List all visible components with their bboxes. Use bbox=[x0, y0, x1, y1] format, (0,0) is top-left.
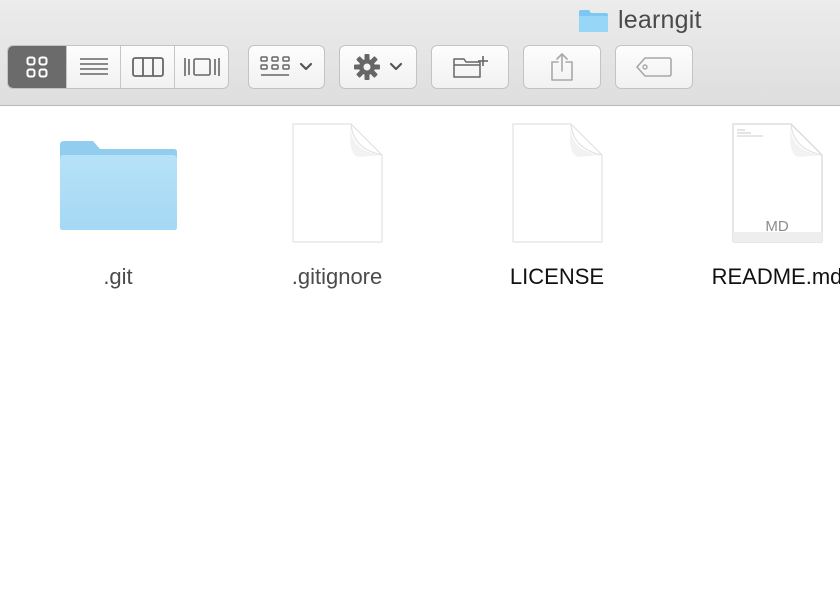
folder-icon bbox=[60, 141, 177, 230]
file-name: README.md bbox=[711, 264, 840, 289]
column-view-button[interactable] bbox=[121, 46, 175, 88]
file-name: .git bbox=[103, 264, 133, 289]
cover-flow-icon bbox=[183, 58, 220, 76]
group-arrange-icon bbox=[260, 56, 290, 76]
file-name: .gitignore bbox=[291, 264, 383, 289]
chevron-down-icon bbox=[389, 62, 403, 71]
tags-button[interactable] bbox=[615, 45, 693, 89]
new-folder-icon bbox=[453, 56, 488, 78]
list-view-button[interactable] bbox=[67, 46, 121, 88]
action-button[interactable] bbox=[339, 45, 417, 89]
folder-icon bbox=[579, 9, 608, 32]
chevron-down-icon bbox=[299, 62, 313, 71]
cover-flow-button[interactable] bbox=[175, 46, 228, 88]
column-view-icon bbox=[131, 57, 164, 77]
file-item-readme[interactable]: MD README.md bbox=[687, 118, 840, 298]
file-name: LICENSE bbox=[509, 264, 605, 289]
finder-window: learngit .git .gitignore LICENSE MD READ… bbox=[0, 0, 840, 610]
icon-view-icon bbox=[26, 56, 48, 78]
window-title-text: learngit bbox=[618, 5, 702, 34]
toolbar: learngit bbox=[0, 0, 840, 106]
file-item-git[interactable]: .git bbox=[28, 118, 208, 298]
file-type-badge: MD bbox=[765, 218, 789, 235]
list-view-icon bbox=[79, 58, 108, 75]
new-folder-button[interactable] bbox=[431, 45, 509, 89]
file-item-license[interactable]: LICENSE bbox=[467, 118, 647, 298]
arrange-button[interactable] bbox=[248, 45, 325, 89]
file-item-gitignore[interactable]: .gitignore bbox=[247, 118, 427, 298]
gear-icon bbox=[354, 54, 380, 80]
tag-icon bbox=[636, 57, 672, 77]
document-icon bbox=[512, 123, 603, 243]
icon-view-button[interactable] bbox=[8, 46, 67, 88]
share-button[interactable] bbox=[523, 45, 601, 89]
document-icon bbox=[292, 123, 383, 243]
view-mode-control bbox=[7, 45, 229, 89]
share-icon bbox=[551, 53, 573, 81]
window-title: learngit bbox=[578, 5, 702, 35]
